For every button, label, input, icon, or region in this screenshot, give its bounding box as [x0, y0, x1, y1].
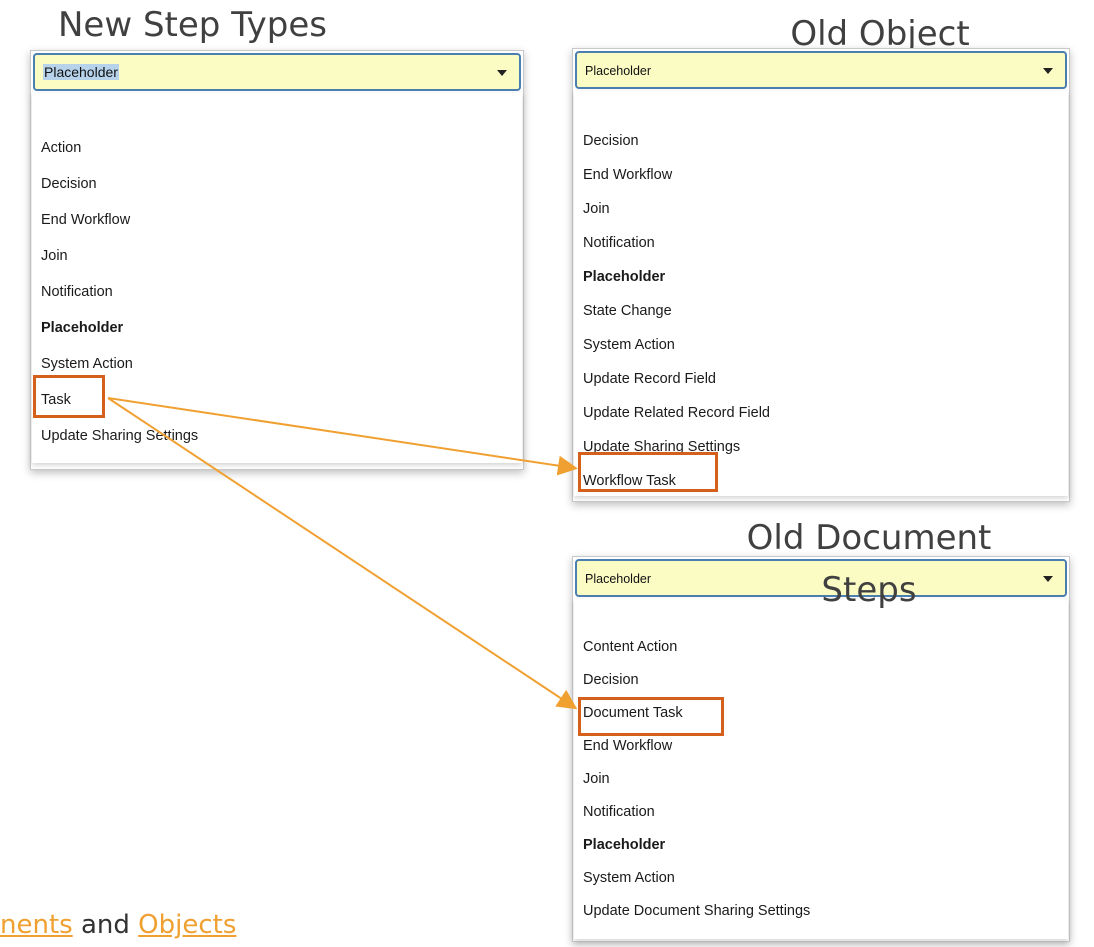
mapping-arrows	[107, 397, 578, 710]
objects-link[interactable]: Objects	[138, 910, 236, 940]
footer-and: and	[72, 910, 139, 940]
footer-links: nents and Objects	[0, 910, 236, 940]
arrow-to-document-task	[107, 397, 578, 710]
documents-link[interactable]: nents	[0, 910, 73, 940]
arrow-to-workflow-task	[107, 397, 578, 476]
